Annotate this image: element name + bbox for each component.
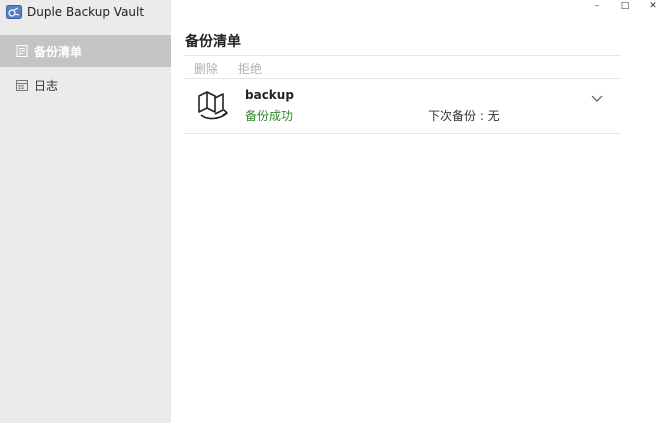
next-backup-text: 下次备份 : 无: [428, 109, 500, 123]
calendar-icon: [16, 79, 28, 91]
list-icon: [16, 45, 28, 57]
sidebar: Duple Backup Vault 备份清单 日志: [0, 0, 171, 423]
app-header: Duple Backup Vault: [6, 4, 144, 20]
page-title: 备份清单: [185, 34, 241, 50]
list-item[interactable]: backup 备份成功 下次备份 : 无: [185, 79, 621, 133]
reject-button[interactable]: 拒绝: [238, 60, 262, 77]
main-panel: 备份清单 删除 拒绝 backup 备份成功 下次备份 : 无: [171, 0, 671, 423]
app-logo-icon: [6, 5, 22, 19]
vault-icon: [195, 88, 231, 120]
backup-name: backup: [245, 88, 294, 102]
divider: [185, 133, 621, 134]
sidebar-item-backup-list[interactable]: 备份清单: [0, 35, 171, 67]
divider: [185, 55, 621, 56]
chevron-down-icon[interactable]: [590, 92, 604, 102]
toolbar: 删除 拒绝: [194, 60, 282, 77]
app-title: Duple Backup Vault: [27, 5, 145, 19]
status-text: 备份成功: [245, 109, 294, 123]
sidebar-item-label: 备份清单: [34, 44, 83, 59]
sidebar-item-label: 日志: [34, 78, 59, 93]
delete-button[interactable]: 删除: [194, 60, 218, 77]
sidebar-item-logs[interactable]: 日志: [0, 69, 171, 101]
